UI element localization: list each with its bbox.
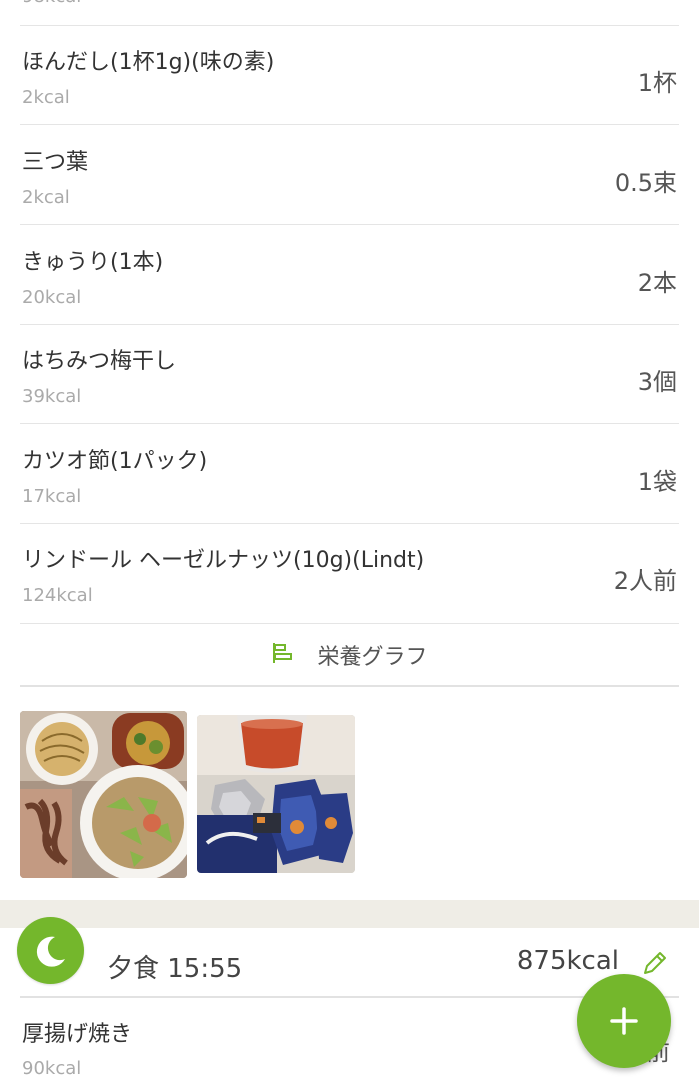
meal-photo-2[interactable]	[197, 715, 355, 873]
food-quantity: 2本	[637, 269, 677, 297]
food-name: カツオ節(1パック)	[22, 449, 208, 474]
food-name: リンドール ヘーゼルナッツ(10g)(Lindt)	[22, 548, 425, 573]
meal-photo-1[interactable]	[20, 711, 187, 878]
food-name: 三つ葉	[22, 150, 89, 175]
food-quantity: 1袋	[637, 468, 677, 496]
food-kcal: 2kcal	[22, 87, 70, 108]
food-row[interactable]: きゅうり(1本) 20kcal 2本	[20, 226, 679, 325]
food-kcal: 20kcal	[22, 287, 82, 308]
food-row[interactable]: カツオ節(1パック) 17kcal 1袋	[20, 425, 679, 524]
section-separator	[0, 900, 699, 928]
food-quantity: 0.5束	[614, 169, 677, 197]
moon-icon	[17, 917, 84, 984]
divider	[20, 996, 679, 998]
food-quantity: 2人前	[613, 567, 677, 595]
food-kcal: 90kcal	[22, 1058, 82, 1079]
food-kcal: 2kcal	[22, 187, 70, 208]
plus-icon	[610, 1007, 638, 1035]
food-name: 厚揚げ焼き	[22, 1022, 133, 1047]
add-button[interactable]	[577, 974, 671, 1068]
food-row[interactable]: ほんだし(1杯1g)(味の素) 2kcal 1杯	[20, 26, 679, 125]
pencil-icon[interactable]	[640, 948, 670, 978]
food-row[interactable]: はちみつ梅干し 39kcal 3個	[20, 325, 679, 424]
food-row[interactable]: 三つ葉 2kcal 0.5束	[20, 126, 679, 225]
food-photo-icon	[20, 711, 187, 878]
nutrition-graph-label: 栄養グラフ	[317, 644, 428, 670]
food-name: きゅうり(1本)	[22, 250, 164, 275]
food-photo-icon	[197, 715, 355, 873]
food-quantity: 1杯	[637, 69, 677, 97]
food-kcal: 17kcal	[22, 486, 82, 507]
food-row[interactable]: リンドール ヘーゼルナッツ(10g)(Lindt) 124kcal 2人前	[20, 524, 679, 624]
food-name: はちみつ梅干し	[22, 349, 177, 374]
meal-total-kcal: 875kcal	[516, 946, 619, 976]
food-name: ほんだし(1杯1g)(味の素)	[22, 50, 275, 75]
nutrition-graph-button[interactable]: 栄養グラフ	[20, 624, 679, 687]
meal-title: 夕食 15:55	[107, 954, 243, 984]
food-kcal: 124kcal	[22, 585, 93, 606]
food-kcal: 98kcal	[22, 0, 81, 7]
food-kcal: 39kcal	[22, 386, 82, 407]
bar-chart-icon	[271, 641, 295, 669]
food-quantity: 3個	[637, 368, 677, 396]
